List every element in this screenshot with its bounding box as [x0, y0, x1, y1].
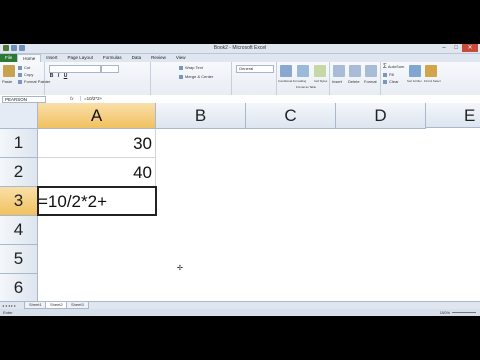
- format-table-label[interactable]: Format as Table: [296, 85, 316, 89]
- bold-button[interactable]: B: [49, 74, 54, 79]
- wrap-icon: [179, 65, 183, 70]
- cut-label: Cut: [24, 65, 31, 70]
- font-size-field[interactable]: [101, 65, 119, 73]
- insert-label[interactable]: Insert: [332, 79, 342, 84]
- column-header-b[interactable]: B: [156, 103, 246, 129]
- tab-page-layout[interactable]: Page Layout: [63, 54, 98, 62]
- column-header-e[interactable]: E: [426, 103, 480, 128]
- font-name-field[interactable]: [49, 65, 101, 73]
- tab-formulas[interactable]: Formulas: [98, 54, 127, 62]
- maximize-button[interactable]: □: [450, 44, 462, 52]
- clear-label: Clear: [389, 79, 399, 84]
- sort-filter-label[interactable]: Sort & Filter: [407, 79, 422, 83]
- underline-button[interactable]: U: [63, 74, 68, 79]
- cut-button[interactable]: Cut: [18, 65, 30, 70]
- fill-button[interactable]: Fill: [383, 72, 394, 77]
- wrap-text-button[interactable]: Wrap Text: [179, 65, 203, 70]
- status-mode: Enter: [3, 310, 13, 315]
- row-header-5[interactable]: 5: [0, 245, 38, 274]
- sheet-nav-arrows-icon[interactable]: ◂◂◂▸▸: [2, 303, 17, 308]
- autosum-label: AutoSum: [387, 64, 405, 69]
- formula-input[interactable]: =10/2*2+: [80, 96, 474, 101]
- status-bar: Enter 100%: [0, 309, 480, 316]
- tab-home[interactable]: Home: [17, 54, 42, 62]
- tab-view[interactable]: View: [171, 54, 191, 62]
- column-header-d[interactable]: D: [336, 103, 426, 129]
- italic-button[interactable]: I: [56, 74, 61, 79]
- delete-label[interactable]: Delete: [348, 79, 360, 84]
- row-header-6[interactable]: 6: [0, 274, 38, 303]
- format-table-icon[interactable]: [297, 65, 309, 77]
- column-header-a[interactable]: A: [38, 103, 156, 129]
- minimize-button[interactable]: –: [438, 44, 450, 52]
- insert-cells-icon[interactable]: [333, 65, 345, 77]
- sheet-tab-sheet2[interactable]: Sheet2: [45, 302, 68, 309]
- clear-button[interactable]: Clear: [383, 79, 399, 84]
- copy-button[interactable]: Copy: [18, 72, 33, 77]
- fill-icon: [383, 72, 387, 77]
- eraser-icon: [383, 79, 387, 84]
- title-bar: Book2 - Microsoft Excel – □ ✕: [0, 44, 480, 54]
- row-header-2[interactable]: 2: [0, 158, 38, 187]
- ribbon-tabs: File Home Insert Page Layout Formulas Da…: [0, 54, 480, 62]
- brush-icon: [18, 79, 22, 84]
- column-header-c[interactable]: C: [246, 103, 336, 129]
- delete-cells-icon[interactable]: [349, 65, 361, 77]
- sheet-tab-sheet3[interactable]: Sheet3: [66, 302, 89, 309]
- format-label[interactable]: Format: [364, 79, 377, 84]
- scissors-icon: [18, 65, 22, 70]
- conditional-formatting-label[interactable]: Conditional Formatting: [278, 79, 306, 83]
- tab-insert[interactable]: Insert: [41, 54, 62, 62]
- row-header-3[interactable]: 3: [0, 187, 38, 216]
- find-select-icon[interactable]: [425, 65, 437, 77]
- conditional-formatting-icon[interactable]: [280, 65, 292, 77]
- zoom-slider[interactable]: [452, 312, 476, 313]
- tab-file[interactable]: File: [0, 54, 18, 62]
- window-title: Book2 - Microsoft Excel: [213, 45, 267, 51]
- merge-center-button[interactable]: Merge & Center: [179, 74, 213, 79]
- sort-filter-icon[interactable]: [409, 65, 421, 77]
- mouse-pointer-icon: ✢: [177, 265, 183, 272]
- row-header-4[interactable]: 4: [0, 216, 38, 245]
- row-header-1[interactable]: 1: [0, 129, 38, 158]
- paste-icon[interactable]: [3, 65, 15, 77]
- select-all-corner[interactable]: [0, 103, 38, 129]
- excel-window: Book2 - Microsoft Excel – □ ✕ File Home …: [0, 44, 480, 316]
- name-box[interactable]: PEARSON: [2, 96, 46, 103]
- wrap-text-label: Wrap Text: [185, 65, 203, 70]
- window-controls: – □ ✕: [438, 44, 478, 52]
- close-button[interactable]: ✕: [462, 44, 478, 52]
- cell-a1[interactable]: 30: [38, 129, 156, 158]
- copy-icon: [18, 72, 22, 77]
- merge-center-label: Merge & Center: [185, 74, 214, 79]
- zoom-level: 100%: [439, 310, 450, 315]
- copy-label: Copy: [24, 72, 34, 77]
- cell-styles-icon[interactable]: [314, 65, 326, 77]
- sheet-tab-sheet1[interactable]: Sheet1: [24, 302, 47, 309]
- insert-function-icon[interactable]: fx: [70, 96, 74, 102]
- autosum-button[interactable]: Σ AutoSum: [383, 64, 404, 70]
- cell-a3-edit-text: =10/2*2+: [38, 192, 108, 211]
- sheet-tab-bar: ◂◂◂▸▸ Sheet1 Sheet2 Sheet3: [0, 301, 480, 309]
- paste-label: Paste: [2, 79, 13, 84]
- cell-styles-label[interactable]: Cell Styles: [314, 79, 327, 83]
- merge-icon: [179, 74, 183, 79]
- find-select-label[interactable]: Find & Select: [424, 79, 441, 83]
- tab-data[interactable]: Data: [127, 54, 147, 62]
- format-cells-icon[interactable]: [365, 65, 377, 77]
- cell-a2[interactable]: 40: [38, 158, 156, 187]
- fill-label: Fill: [389, 72, 395, 77]
- sigma-icon: Σ: [383, 64, 387, 70]
- tab-review[interactable]: Review: [146, 54, 171, 62]
- number-format-select[interactable]: General: [236, 65, 274, 73]
